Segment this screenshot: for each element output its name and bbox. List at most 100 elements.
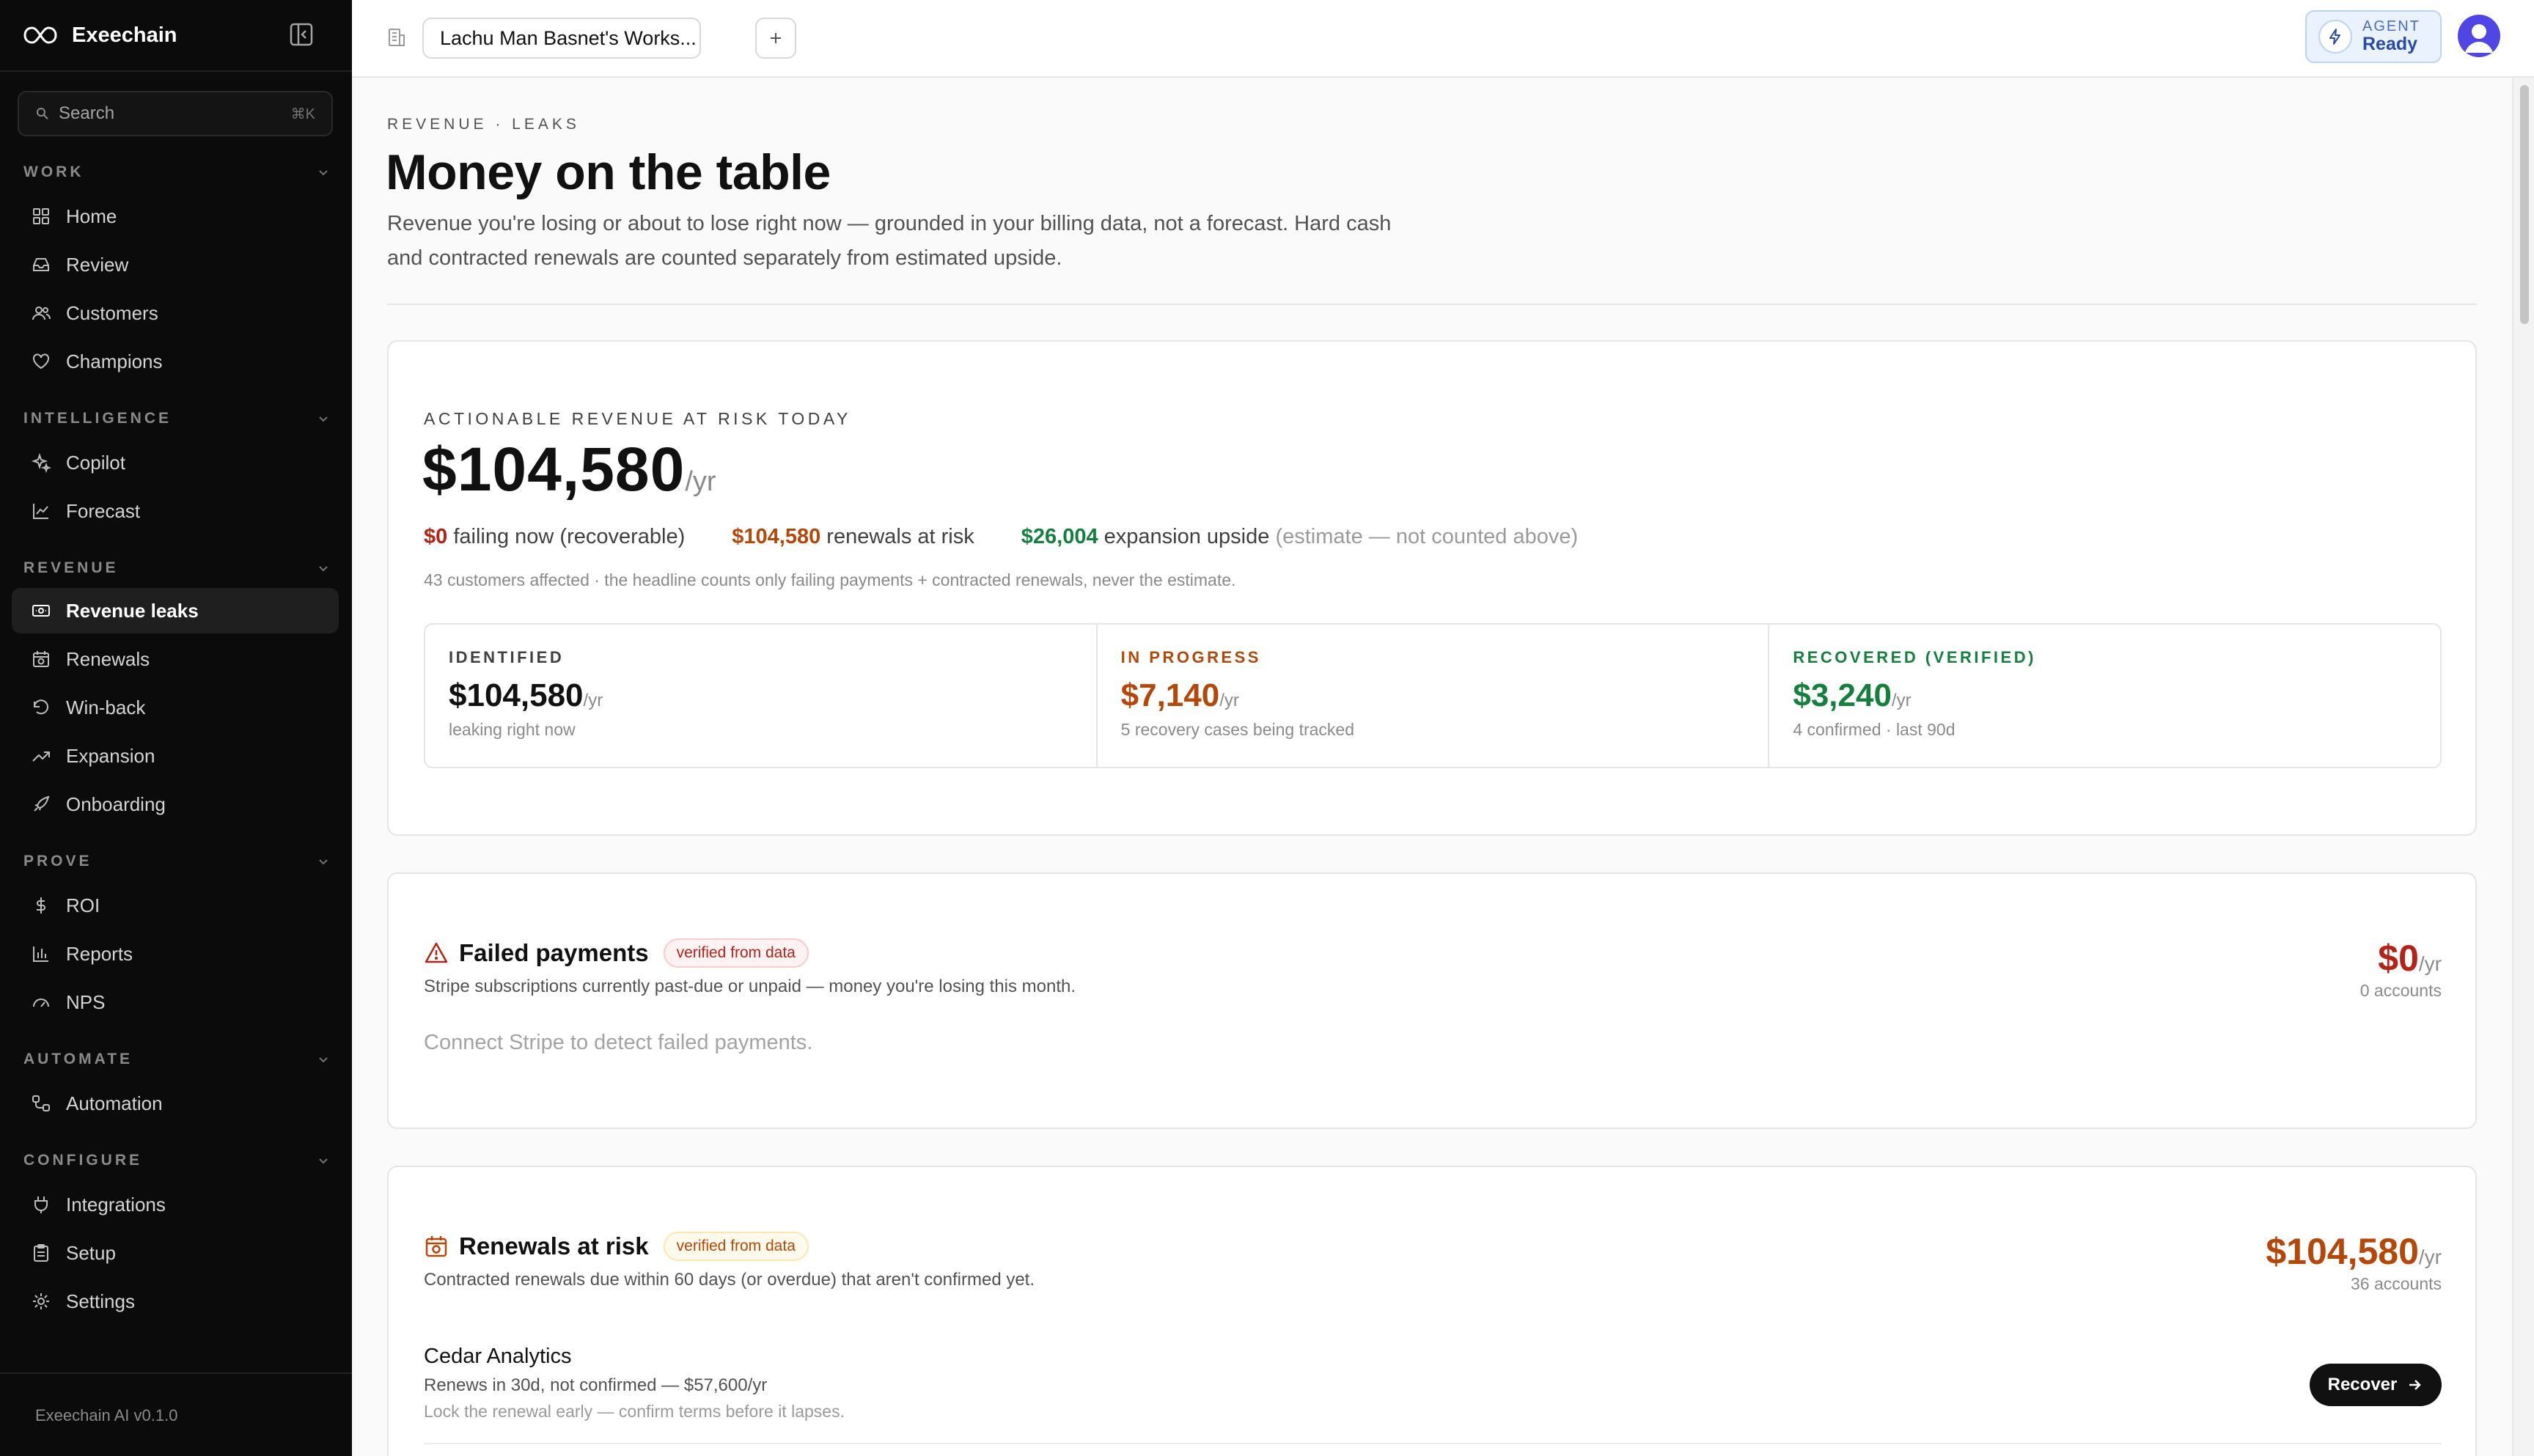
expansion-text: expansion upside [1103,525,1270,548]
sidebar-item-label: Forecast [66,499,141,522]
agent-label: AGENT [2362,18,2420,35]
stat-identified: IDENTIFIED $104,580 /yr leaking right no… [425,625,1096,767]
section-label: REVENUE [23,559,119,576]
risk-amount-value: $104,580 [422,435,686,504]
sidebar-item-review[interactable]: Review [12,242,339,287]
stat-label: IDENTIFIED [449,648,565,666]
stat-note: 5 recovery cases being tracked [1120,720,1354,739]
section-prove-header[interactable]: PROVE [23,850,330,872]
sidebar-item-automation[interactable]: Automation [12,1081,339,1126]
stat-label: RECOVERED (VERIFIED) [1793,648,2036,666]
renewals-total: $104,580 /yr 36 accounts [2266,1230,2442,1294]
plug-icon [34,1196,48,1213]
page-title: Money on the table [386,144,831,200]
clipboard-icon [34,1244,48,1262]
sidebar-item-label: ROI [66,894,100,916]
sidebar-item-reports[interactable]: Reports [12,931,339,977]
sidebar-item-win-back[interactable]: Win-back [12,685,339,730]
verified-badge: verified from data [663,938,809,968]
line-chart-icon [33,504,48,519]
expansion-note: (estimate — not counted above) [1275,525,1579,548]
sidebar-toggle-icon[interactable] [289,22,314,47]
stat-label: IN PROGRESS [1120,648,1261,666]
lightning-icon [2329,29,2340,45]
rocket-icon [34,795,50,812]
divider [387,304,2477,305]
stats-panel: IDENTIFIED $104,580 /yr leaking right no… [424,623,2442,768]
sidebar-item-expansion[interactable]: Expansion [12,733,339,779]
section-configure-header[interactable]: CONFIGURE [23,1150,330,1172]
sidebar-item-label: Copilot [66,451,125,474]
agent-text: AGENT Ready [2362,19,2420,54]
stat-value: $7,140 /yr [1121,677,1745,714]
renewals-header: Renewals at risk verified from data [424,1232,809,1261]
workflow-icon [32,1095,50,1111]
section-description: Contracted renewals due within 60 days (… [424,1270,1035,1290]
search-input[interactable]: Search ⌘K [18,91,333,136]
failed-payments-card: Failed payments verified from data Strip… [387,872,2477,1129]
affected-note: 43 customers affected · the headline cou… [424,570,1236,589]
sidebar-item-nps[interactable]: NPS [12,979,339,1025]
sidebar-item-forecast[interactable]: Forecast [12,488,339,534]
sidebar-item-label: Renewals [66,647,150,670]
arrow-right-icon [2409,1380,2422,1390]
avatar[interactable] [2458,15,2500,57]
search-placeholder: Search [59,103,115,123]
rotate-ccw-icon [34,699,48,715]
stat-number: $3,240 [1793,677,1892,713]
app-name: Exeechain [72,23,177,47]
stat-note: leaking right now [449,720,576,739]
row-divider [424,1443,2442,1444]
section-revenue-header[interactable]: REVENUE [23,557,330,579]
section-description: Stripe subscriptions currently past-due … [424,977,1076,996]
sidebar-item-label: Champions [66,350,163,372]
brand[interactable]: Exeechain [22,19,177,51]
empty-state-message: Connect Stripe to detect failed payments… [424,1031,813,1054]
sidebar-item-home[interactable]: Home [12,194,339,239]
failing-metric: $0 failing now (recoverable) [424,525,685,549]
sidebar-item-label: Settings [66,1290,135,1312]
section-count: 36 accounts [2350,1274,2442,1293]
scrollbar-thumb[interactable] [2520,85,2529,324]
sidebar-item-renewals[interactable]: Renewals [12,636,339,682]
sidebar-item-label: NPS [66,990,106,1013]
recover-button[interactable]: Recover [2310,1364,2442,1406]
section-title: Failed payments [459,939,649,966]
user-avatar-icon [2465,24,2493,53]
section-intelligence-header[interactable]: INTELLIGENCE [23,408,330,430]
inbox-icon [33,258,49,271]
stat-unit: /yr [583,691,603,710]
sidebar-item-customers[interactable]: Customers [12,290,339,336]
search-icon [37,108,48,120]
workspace-select[interactable]: Lachu Man Basnet's Works... [422,18,701,59]
section-automate-header[interactable]: AUTOMATE [23,1048,330,1070]
chevron-down-icon [319,859,328,865]
sidebar-item-settings[interactable]: Settings [12,1279,339,1324]
section-amount-value: $104,580 [2266,1231,2419,1272]
renewals-at-risk-card: Renewals at risk verified from data Cont… [387,1166,2477,1456]
sidebar-item-integrations[interactable]: Integrations [12,1182,339,1227]
sidebar-item-copilot[interactable]: Copilot [12,440,339,485]
agent-status: Ready [2362,34,2418,55]
section-amount: $0 /yr [2360,937,2442,979]
section-label: CONFIGURE [23,1152,142,1169]
customer-name[interactable]: Cedar Analytics [424,1345,572,1369]
search-shortcut: ⌘K [290,106,315,122]
sidebar-item-revenue-leaks[interactable]: Revenue leaks [12,588,339,633]
expansion-amount: $26,004 [1021,525,1098,548]
sidebar-item-champions[interactable]: Champions [12,339,339,384]
agent-status-badge[interactable]: AGENT Ready [2305,10,2442,63]
add-workspace-button[interactable] [755,18,796,59]
section-amount-unit: /yr [2418,952,2442,975]
scrollbar[interactable] [2512,78,2534,1456]
building-icon [389,29,405,46]
risk-amount: $104,580 /yr [422,434,716,505]
sidebar-item-onboarding[interactable]: Onboarding [12,782,339,827]
section-work-header[interactable]: WORK [23,161,330,183]
sidebar-item-roi[interactable]: ROI [12,883,339,928]
sidebar-divider [0,1372,352,1374]
section-amount-unit: /yr [2418,1246,2442,1268]
stat-value: $3,240 /yr [1793,677,2417,714]
sidebar-item-setup[interactable]: Setup [12,1230,339,1276]
agent-icon-wrap [2318,20,2352,54]
